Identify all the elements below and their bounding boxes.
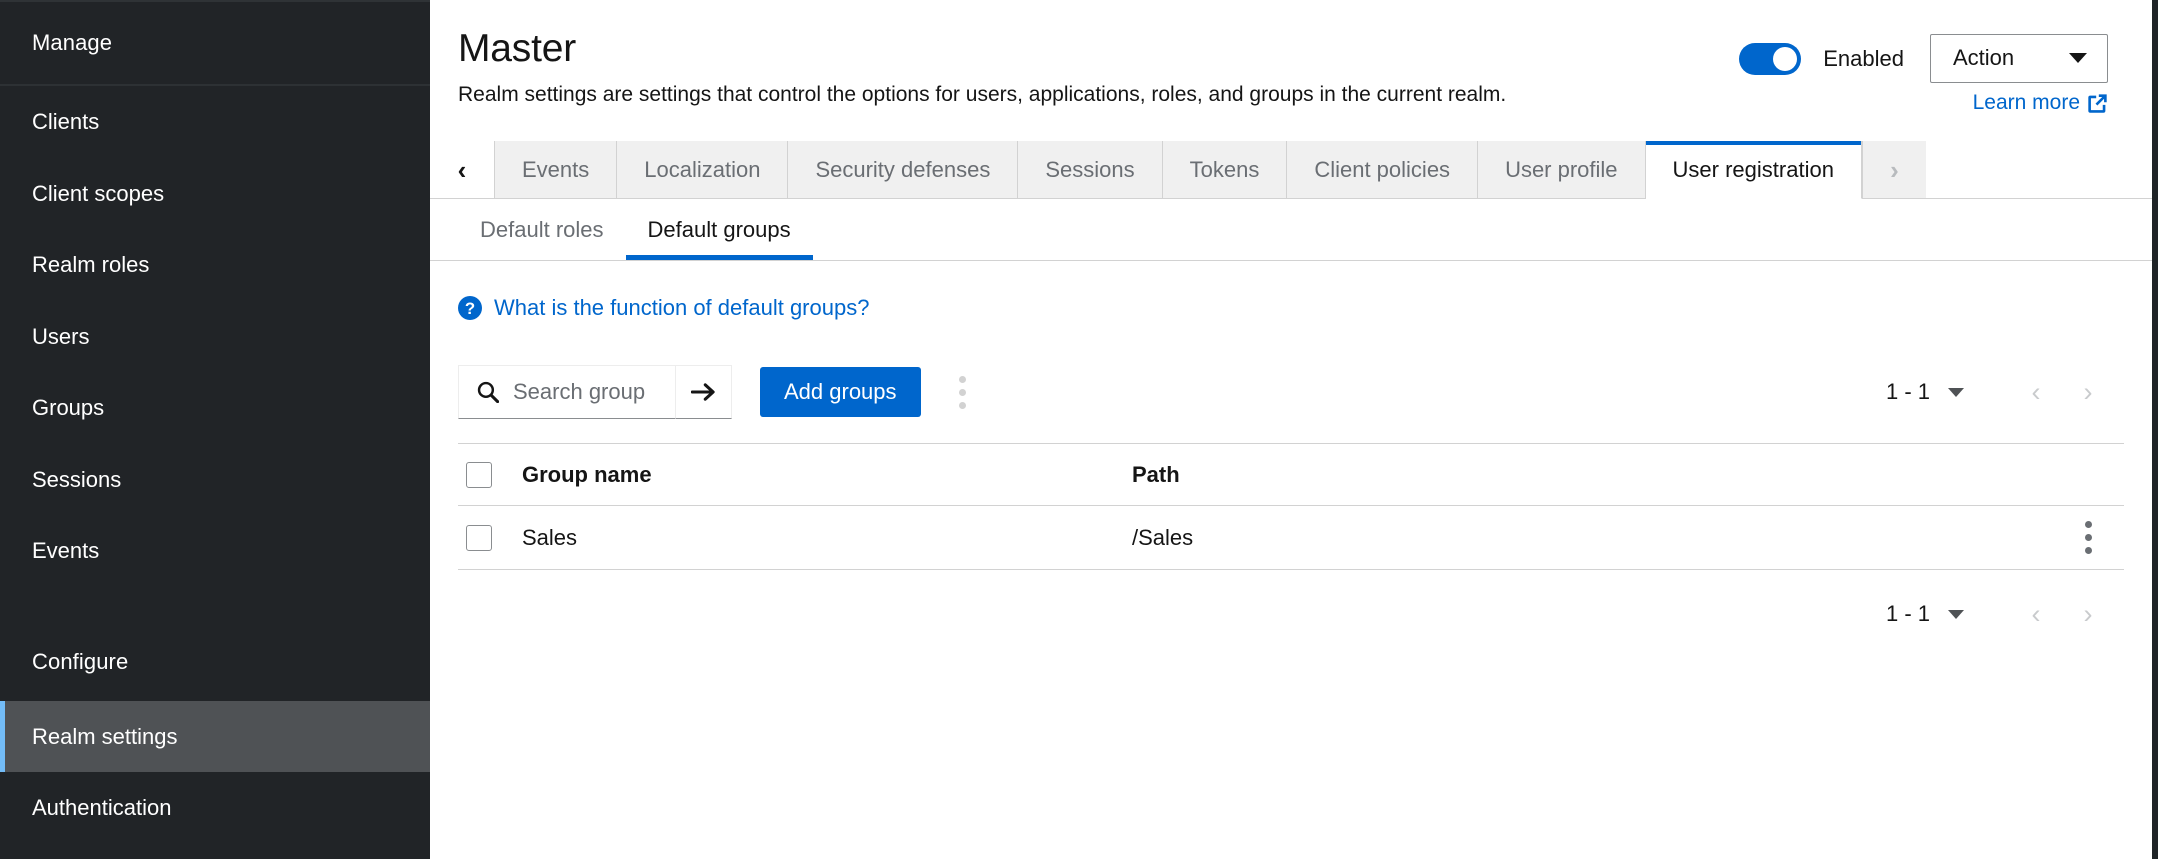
default-groups-help-link[interactable]: ? What is the function of default groups… [458, 295, 869, 321]
bottom-pagination-next-button[interactable]: › [2062, 591, 2114, 637]
tab-security-defenses[interactable]: Security defenses [788, 141, 1018, 199]
svg-text:?: ? [465, 299, 475, 318]
chevron-down-icon [1948, 388, 1964, 397]
subtab-default-groups[interactable]: Default groups [626, 199, 813, 260]
cell-group-name: Sales [522, 525, 1132, 551]
tab-client-policies[interactable]: Client policies [1287, 141, 1478, 199]
sidebar-item-client-scopes[interactable]: Client scopes [0, 158, 430, 230]
kebab-dot [2085, 521, 2092, 528]
external-link-icon [2087, 93, 2108, 114]
sidebar-item-authentication[interactable]: Authentication [0, 772, 430, 844]
tabs-scroll-left-button[interactable]: ‹ [430, 141, 494, 199]
page-title: Master [458, 28, 1506, 71]
realm-enabled-toggle[interactable] [1739, 43, 1801, 75]
main-content: Master Realm settings are settings that … [430, 0, 2152, 859]
page-description: Realm settings are settings that control… [458, 81, 1506, 109]
sidebar-item-sessions[interactable]: Sessions [0, 444, 430, 516]
top-pagination-next-button[interactable]: › [2062, 369, 2114, 415]
realm-enabled-toggle-group: Enabled [1739, 43, 1904, 75]
chevron-left-icon: ‹ [2032, 379, 2041, 406]
kebab-dot [2085, 534, 2092, 541]
search-box [458, 365, 676, 419]
chevron-down-icon [2069, 53, 2087, 63]
column-header-group-name: Group name [522, 462, 1132, 488]
column-header-path: Path [1132, 462, 2044, 488]
search-icon [477, 381, 499, 403]
admin-console-window: Manage Clients Client scopes Realm roles… [0, 0, 2158, 859]
toolbar-kebab-menu[interactable] [935, 367, 991, 417]
kebab-dot [959, 376, 966, 383]
arrow-right-icon [691, 381, 717, 403]
toggle-knob [1773, 47, 1797, 71]
sidebar-item-events[interactable]: Events [0, 515, 430, 587]
tab-tokens[interactable]: Tokens [1163, 141, 1288, 199]
subtab-default-roles[interactable]: Default roles [458, 199, 626, 260]
row-checkbox[interactable] [466, 525, 492, 551]
kebab-dot [959, 389, 966, 396]
tab-user-registration[interactable]: User registration [1646, 141, 1862, 199]
tabs-filler [1926, 141, 2152, 199]
tabs-scroller: Events Localization Security defenses Se… [494, 141, 1862, 199]
select-all-checkbox[interactable] [466, 462, 492, 488]
page-subtitle-text: Realm settings are settings that control… [458, 83, 1506, 106]
bottom-pagination-prev-button[interactable]: ‹ [2010, 591, 2062, 637]
kebab-dot [959, 402, 966, 409]
chevron-left-icon: ‹ [458, 157, 467, 183]
chevron-right-icon: › [2084, 379, 2093, 406]
question-circle-icon: ? [458, 296, 482, 320]
row-actions-cell [2044, 513, 2124, 563]
top-pagination-range: 1 - 1 [1886, 379, 1930, 405]
sidebar-section-manage: Manage [0, 2, 430, 86]
action-dropdown-label: Action [1953, 45, 2014, 71]
select-all-cell [458, 462, 522, 488]
chevron-right-icon: › [1890, 157, 1899, 183]
bottom-pagination: 1 - 1 ‹ › [1886, 591, 2124, 637]
user-registration-subtabs: Default roles Default groups [430, 199, 2152, 261]
tab-sessions[interactable]: Sessions [1018, 141, 1162, 199]
kebab-dot [2085, 547, 2092, 554]
groups-toolbar: Add groups 1 - 1 ‹ › [458, 364, 2124, 420]
chevron-down-icon [1948, 610, 1964, 619]
tabs-scroll-right-button[interactable]: › [1862, 141, 1926, 199]
sidebar-item-realm-roles[interactable]: Realm roles [0, 229, 430, 301]
realm-settings-tabs: ‹ Events Localization Security defenses … [430, 141, 2152, 199]
search-group [458, 365, 732, 419]
row-kebab-menu[interactable] [2060, 513, 2116, 563]
table-row: Sales /Sales [458, 505, 2124, 569]
sidebar-item-groups[interactable]: Groups [0, 372, 430, 444]
tab-localization[interactable]: Localization [617, 141, 788, 199]
table-header-row: Group name Path [458, 443, 2124, 505]
default-groups-panel: ? What is the function of default groups… [430, 261, 2152, 859]
learn-more-link[interactable]: Learn more [1973, 91, 2108, 115]
add-groups-button[interactable]: Add groups [760, 367, 921, 417]
sidebar-item-realm-settings[interactable]: Realm settings [0, 701, 430, 773]
bottom-pagination-range: 1 - 1 [1886, 601, 1930, 627]
sidebar-section-configure: Configure [0, 623, 430, 701]
row-select-cell [458, 525, 522, 551]
top-pagination: 1 - 1 ‹ › [1886, 369, 2124, 415]
chevron-right-icon: › [2084, 601, 2093, 628]
chevron-left-icon: ‹ [2032, 601, 2041, 628]
sidebar-item-users[interactable]: Users [0, 301, 430, 373]
search-input[interactable] [513, 379, 659, 405]
tab-user-profile[interactable]: User profile [1478, 141, 1645, 199]
primary-sidebar: Manage Clients Client scopes Realm roles… [0, 0, 430, 859]
bottom-pagination-range-selector[interactable]: 1 - 1 [1886, 601, 2010, 627]
top-pagination-prev-button[interactable]: ‹ [2010, 369, 2062, 415]
sidebar-divider [0, 587, 430, 623]
cell-group-path: /Sales [1132, 525, 2044, 551]
page-header: Master Realm settings are settings that … [430, 0, 2152, 115]
top-pagination-range-selector[interactable]: 1 - 1 [1886, 379, 2010, 405]
action-dropdown-button[interactable]: Action [1930, 34, 2108, 83]
sidebar-item-clients[interactable]: Clients [0, 86, 430, 158]
bottom-pagination-wrapper: 1 - 1 ‹ › [458, 570, 2124, 658]
learn-more-label: Learn more [1973, 91, 2080, 115]
help-link-label: What is the function of default groups? [494, 295, 869, 321]
default-groups-table: Group name Path Sales /Sales [458, 443, 2124, 570]
toggle-label: Enabled [1823, 46, 1904, 72]
search-submit-button[interactable] [676, 365, 732, 419]
tab-events[interactable]: Events [494, 141, 617, 199]
